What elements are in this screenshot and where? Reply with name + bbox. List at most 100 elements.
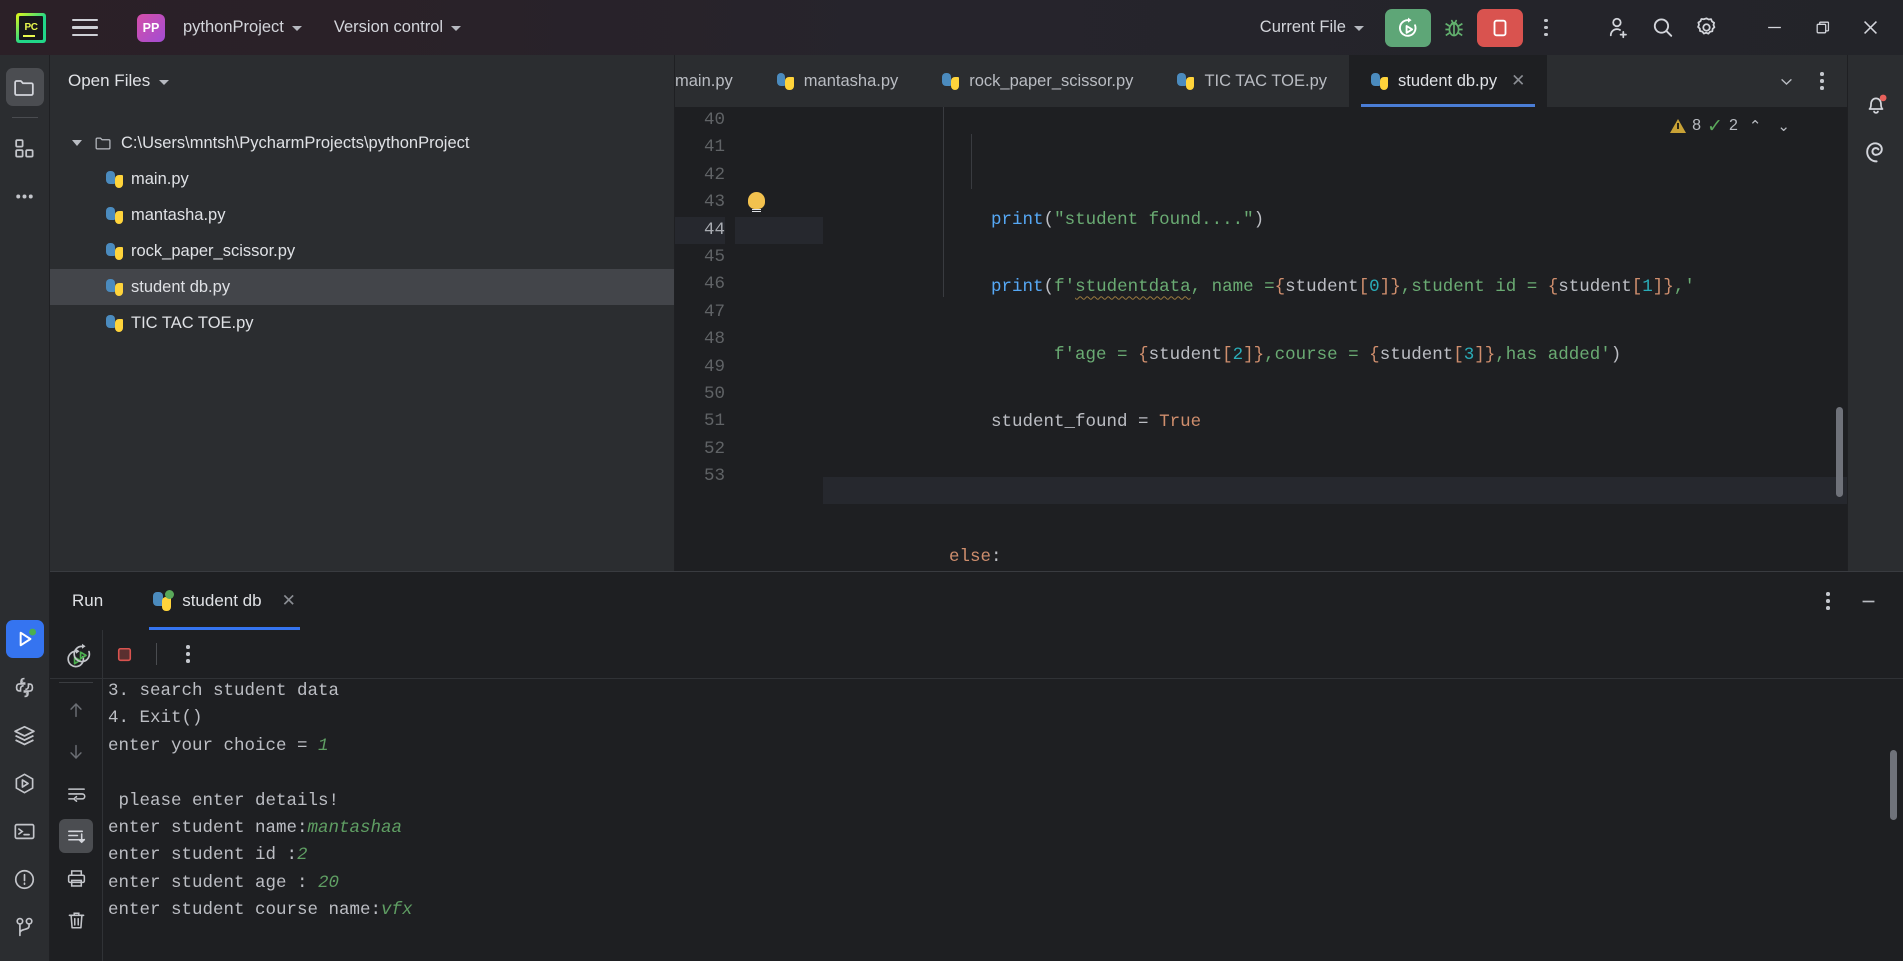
minimize-window-button[interactable]: [1751, 5, 1797, 51]
sidebar-item-structure[interactable]: [6, 129, 44, 167]
inspection-widget[interactable]: 8 ✓ 2 ⌃ ⌄: [1670, 115, 1795, 137]
tree-file-rock-paper-scissor-py[interactable]: rock_paper_scissor.py: [50, 233, 674, 269]
clear-all-button[interactable]: [59, 903, 93, 937]
python-file-icon: [106, 314, 123, 332]
line-number: 45: [703, 246, 725, 267]
tab-main-py[interactable]: main.py: [675, 55, 755, 107]
tree-file-mantasha-py[interactable]: mantasha.py: [50, 197, 674, 233]
console-stop-button[interactable]: [106, 636, 142, 672]
console-scrollbar[interactable]: [1890, 750, 1897, 820]
soft-wrap-icon: [67, 787, 85, 802]
close-icon[interactable]: ✕: [282, 591, 296, 611]
tab-tic-tac-toe-py[interactable]: TIC TAC TOE.py: [1155, 55, 1349, 107]
tab-mantasha-py[interactable]: mantasha.py: [755, 55, 920, 107]
folder-icon: [14, 79, 34, 96]
console-rerun-button[interactable]: [64, 636, 100, 672]
titlebar-actions: Current File: [1251, 5, 1893, 51]
code-line-44: [823, 476, 1847, 504]
python-run-config-icon: [153, 589, 175, 611]
sidebar-item-terminal[interactable]: [6, 812, 44, 850]
python-file-icon: [106, 170, 123, 188]
more-vertical-icon: [1820, 72, 1824, 90]
run-tab-student-db[interactable]: student db ✕: [149, 572, 300, 630]
hamburger-menu-icon[interactable]: [72, 11, 106, 45]
sidebar-item-more-tool-windows[interactable]: [6, 177, 44, 215]
chevron-down-icon: [1354, 26, 1364, 31]
code-line-45: else:: [949, 546, 1002, 567]
rerun-icon: [73, 643, 91, 663]
tree-file-student-db-py[interactable]: student db.py: [50, 269, 674, 305]
stop-button[interactable]: [1477, 8, 1523, 47]
line-number: 42: [703, 164, 725, 185]
ok-count: 2: [1728, 117, 1738, 134]
line-number: 51: [703, 411, 725, 432]
tree-file-main-py[interactable]: main.py: [50, 161, 674, 197]
close-icon[interactable]: ✕: [1511, 71, 1525, 91]
run-panel-minimize-button[interactable]: [1851, 584, 1885, 618]
print-button[interactable]: [59, 861, 93, 895]
sidebar-item-run[interactable]: [5, 620, 44, 658]
open-files-header[interactable]: Open Files: [50, 55, 674, 107]
sidebar-item-python-console[interactable]: [6, 764, 44, 802]
python-file-icon: [1177, 72, 1195, 90]
sidebar-item-project[interactable]: [5, 68, 44, 106]
scroll-down-button[interactable]: [59, 735, 93, 769]
run-configuration-selector[interactable]: Current File: [1251, 12, 1373, 43]
console-line: enter student id :2: [108, 845, 308, 866]
ai-assistant-button[interactable]: [1857, 133, 1895, 171]
tab-list-button[interactable]: [1769, 64, 1803, 98]
soft-wrap-button[interactable]: [59, 777, 93, 811]
search-button[interactable]: [1641, 9, 1683, 47]
console-line: 4. Exit(): [108, 708, 203, 729]
scroll-to-end-icon: [67, 830, 85, 843]
more-tool-windows-icon: [16, 194, 33, 198]
tab-options-button[interactable]: [1805, 64, 1839, 98]
inspection-check-icon: ✓: [1707, 115, 1723, 137]
chevron-down-icon[interactable]: [68, 140, 86, 146]
chevron-down-icon[interactable]: ⌄: [1772, 115, 1795, 137]
sidebar-item-services[interactable]: [6, 716, 44, 754]
scroll-to-end-button[interactable]: [59, 819, 93, 853]
intention-bulb-icon[interactable]: [747, 192, 765, 214]
warning-count: 8: [1692, 117, 1702, 134]
notifications-button[interactable]: [1857, 85, 1895, 123]
console-user-input: 20: [318, 872, 340, 893]
settings-button[interactable]: [1685, 9, 1727, 47]
notifications-bell-icon: [1868, 94, 1887, 114]
tab-rock-paper-scissor-py[interactable]: rock_paper_scissor.py: [920, 55, 1155, 107]
tree-file-tic-tac-toe-py[interactable]: TIC TAC TOE.py: [50, 305, 674, 341]
tree-root-node[interactable]: C:\Users\mntsh\PycharmProjects\pythonPro…: [50, 125, 674, 161]
main-body: Open Files C:\Users\mntsh\PycharmProject…: [0, 55, 1903, 961]
scroll-up-button[interactable]: [59, 693, 93, 727]
console-more-button[interactable]: [171, 637, 205, 671]
console-output[interactable]: 3. search student data 4. Exit() enter y…: [102, 630, 1903, 961]
more-actions-button[interactable]: [1525, 9, 1567, 47]
restore-window-button[interactable]: [1799, 5, 1845, 51]
python-console-icon: [15, 773, 34, 793]
debug-button[interactable]: [1433, 9, 1475, 47]
add-user-icon: [1609, 17, 1627, 39]
chevron-up-icon[interactable]: ⌃: [1744, 115, 1767, 137]
run-with-coverage-button[interactable]: [1385, 8, 1431, 47]
sidebar-item-python-packages[interactable]: [6, 668, 44, 706]
more-vertical-icon: [186, 645, 190, 663]
left-tool-rail: [0, 55, 50, 961]
version-control-menu[interactable]: Version control: [325, 12, 470, 43]
tab-label: student db.py: [1398, 71, 1498, 90]
project-selector[interactable]: PP pythonProject: [128, 8, 311, 48]
chevron-down-icon: [159, 79, 170, 85]
close-window-button[interactable]: [1847, 5, 1893, 51]
editor-scrollbar[interactable]: [1836, 407, 1843, 497]
tab-student-db-py[interactable]: student db.py ✕: [1349, 55, 1548, 107]
sidebar-item-version-control[interactable]: [6, 908, 44, 946]
console-line: 3. search student data: [108, 681, 340, 701]
tree-file-label: main.py: [131, 169, 189, 188]
console-user-input: 1: [318, 735, 329, 756]
version-control-label: Version control: [333, 18, 444, 36]
add-user-button[interactable]: [1597, 9, 1639, 47]
project-badge: PP: [137, 13, 165, 42]
sidebar-item-problems[interactable]: [6, 860, 44, 898]
tab-label: rock_paper_scissor.py: [969, 71, 1134, 90]
run-panel-more-button[interactable]: [1811, 584, 1845, 618]
run-panel-toolbar-divider: [50, 678, 1903, 679]
